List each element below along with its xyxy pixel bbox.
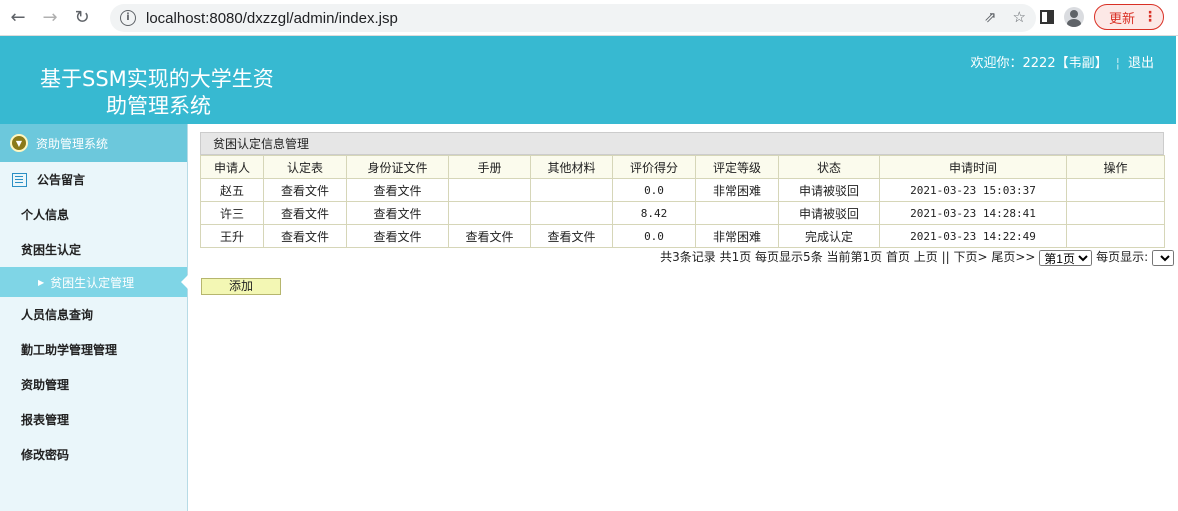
table-header-row: 申请人 认定表 身份证文件 手册 其他材料 评价得分 评定等级 状态 申请时间 操作 — [200, 155, 1165, 179]
panel-title: 贫困认定信息管理 — [200, 132, 1164, 155]
sidebar-item-funding[interactable]: 资助管理 — [0, 367, 187, 402]
sidebar-subitem-label: 贫困生认定管理 — [50, 275, 135, 290]
column-header: 评价得分 — [612, 155, 696, 179]
table-row: 赵五 查看文件 查看文件 0.0 非常困难 申请被驳回 2021-03-23 15:03:3… — [200, 178, 1165, 202]
table-cell — [448, 178, 531, 202]
view-file-link[interactable]: 查看文件 — [530, 224, 613, 248]
certification-table: 申请人 认定表 身份证文件 手册 其他材料 评价得分 评定等级 状态 申请时间 操作 赵五 查看文件… — [200, 155, 1165, 248]
table-cell: 王升 — [200, 224, 264, 248]
title-line2: 助管理系统 — [106, 94, 211, 118]
column-header: 申请人 — [200, 155, 264, 179]
table-cell — [1066, 201, 1165, 225]
system-title: 基于SSM实现的大学生资 助管理系统 — [40, 66, 274, 120]
table-cell: 8.42 — [612, 201, 696, 225]
table-cell: 0.0 — [612, 224, 696, 248]
per-page-select[interactable] — [1152, 249, 1174, 266]
table-cell: 2021-03-23 15:03:37 — [879, 178, 1067, 202]
site-header: 基于SSM实现的大学生资 助管理系统 欢迎你：2222【韦副】 ¦ 退出 — [0, 36, 1176, 124]
sidebar-subitem-poverty-management[interactable]: ▶ 贫困生认定管理 — [0, 267, 188, 297]
view-file-link[interactable]: 查看文件 — [263, 224, 347, 248]
sidebar-header-label: 资助管理系统 — [36, 136, 109, 151]
table-cell — [1066, 178, 1165, 202]
sidebar-item-poverty-certification[interactable]: 贫困生认定 — [0, 232, 187, 267]
sidebar-item-label: 个人信息 — [21, 208, 70, 222]
list-icon — [12, 172, 27, 187]
collapse-toggle-icon[interactable]: ▼ — [10, 134, 28, 152]
welcome-bar: 欢迎你：2222【韦副】 ¦ 退出 — [971, 52, 1155, 71]
table-cell: 2021-03-23 14:22:49 — [879, 224, 1067, 248]
column-header: 评定等级 — [695, 155, 779, 179]
column-header: 其他材料 — [530, 155, 613, 179]
table-cell: 完成认定 — [778, 224, 880, 248]
per-page-label: 每页显示: — [1096, 250, 1149, 264]
pager-text: 共3条记录 共1页 每页显示5条 当前第1页 首页 上页 || 下页> 尾页>> — [660, 250, 1036, 264]
table-cell: 2021-03-23 14:28:41 — [879, 201, 1067, 225]
logout-link[interactable]: 退出 — [1128, 56, 1154, 71]
forward-icon[interactable]: → — [36, 4, 64, 32]
update-label: 更新 — [1109, 11, 1136, 27]
sidebar-item-personal-info[interactable]: 个人信息 — [0, 197, 187, 232]
table-cell — [695, 201, 779, 225]
sidebar-item-change-password[interactable]: 修改密码 — [0, 437, 187, 472]
page-select[interactable]: 第1页 — [1039, 249, 1093, 266]
side-panel-icon[interactable] — [1040, 10, 1054, 24]
title-line1: 基于SSM实现的大学生资 — [40, 67, 274, 91]
table-row: 王升 查看文件 查看文件 查看文件 查看文件 0.0 非常困难 完成认定 2021-03-23 … — [200, 224, 1165, 248]
table-cell: 赵五 — [200, 178, 264, 202]
url-text[interactable]: localhost:8080/dxzzgl/admin/index.jsp — [146, 10, 398, 27]
site-info-icon[interactable]: i — [120, 10, 136, 26]
separator: ¦ — [1115, 56, 1120, 71]
table-row: 许三 查看文件 查看文件 8.42 申请被驳回 2021-03-23 14:28:41 — [200, 201, 1165, 225]
profile-avatar-icon[interactable] — [1064, 7, 1084, 27]
menu-dots-icon: ⋮ — [1143, 9, 1158, 25]
sidebar: ▼ 资助管理系统 公告留言 个人信息 贫困生认定 ▶ 贫困生认定管理 人员信息查… — [0, 124, 188, 511]
column-header: 认定表 — [263, 155, 347, 179]
view-file-link[interactable]: 查看文件 — [448, 224, 531, 248]
table-cell — [1066, 224, 1165, 248]
reload-icon[interactable]: ↻ — [68, 4, 96, 32]
column-header: 状态 — [778, 155, 880, 179]
update-button[interactable]: 更新 ⋮ — [1094, 4, 1165, 30]
column-header: 手册 — [448, 155, 531, 179]
address-bar[interactable]: i localhost:8080/dxzzgl/admin/index.jsp … — [110, 4, 1036, 32]
view-file-link[interactable]: 查看文件 — [263, 201, 347, 225]
table-cell: 许三 — [200, 201, 264, 225]
sidebar-item-label: 修改密码 — [21, 448, 70, 462]
main-content: 贫困认定信息管理 申请人 认定表 身份证文件 手册 其他材料 评价得分 评定等级 状态 申请时间… — [200, 132, 1174, 266]
browser-toolbar: ← → ↻ i localhost:8080/dxzzgl/admin/inde… — [0, 0, 1178, 36]
table-cell — [530, 201, 613, 225]
table-cell: 非常困难 — [695, 224, 779, 248]
view-file-link[interactable]: 查看文件 — [346, 224, 449, 248]
sidebar-item-work-study[interactable]: 勤工助学管理管理 — [0, 332, 187, 367]
triangle-right-icon: ▶ — [38, 277, 45, 287]
column-header: 操作 — [1066, 155, 1165, 179]
sidebar-item-label: 人员信息查询 — [21, 308, 94, 322]
table-cell: 非常困难 — [695, 178, 779, 202]
back-icon[interactable]: ← — [4, 4, 32, 32]
sidebar-item-label: 报表管理 — [21, 413, 70, 427]
sidebar-item-personnel-query[interactable]: 人员信息查询 — [0, 297, 187, 332]
sidebar-item-label: 公告留言 — [37, 173, 86, 187]
sidebar-item-reports[interactable]: 报表管理 — [0, 402, 187, 437]
sidebar-header[interactable]: ▼ 资助管理系统 — [0, 124, 187, 162]
sidebar-item-label: 勤工助学管理管理 — [21, 343, 118, 357]
column-header: 身份证文件 — [346, 155, 449, 179]
table-cell — [448, 201, 531, 225]
view-file-link[interactable]: 查看文件 — [263, 178, 347, 202]
sidebar-item-label: 资助管理 — [21, 378, 70, 392]
table-cell: 申请被驳回 — [778, 201, 880, 225]
share-icon[interactable]: ⇗ — [984, 8, 997, 26]
view-file-link[interactable]: 查看文件 — [346, 201, 449, 225]
view-file-link[interactable]: 查看文件 — [346, 178, 449, 202]
column-header: 申请时间 — [879, 155, 1067, 179]
welcome-text: 欢迎你：2222【韦副】 — [970, 56, 1108, 71]
sidebar-item-label: 贫困生认定 — [21, 243, 82, 257]
table-cell: 申请被驳回 — [778, 178, 880, 202]
table-cell: 0.0 — [612, 178, 696, 202]
table-cell — [530, 178, 613, 202]
sidebar-item-announcements[interactable]: 公告留言 — [0, 162, 187, 197]
pagination: 共3条记录 共1页 每页显示5条 当前第1页 首页 上页 || 下页> 尾页>>… — [200, 248, 1174, 266]
bookmark-star-icon[interactable]: ☆ — [1013, 8, 1026, 26]
add-button[interactable]: 添加 — [201, 278, 281, 295]
